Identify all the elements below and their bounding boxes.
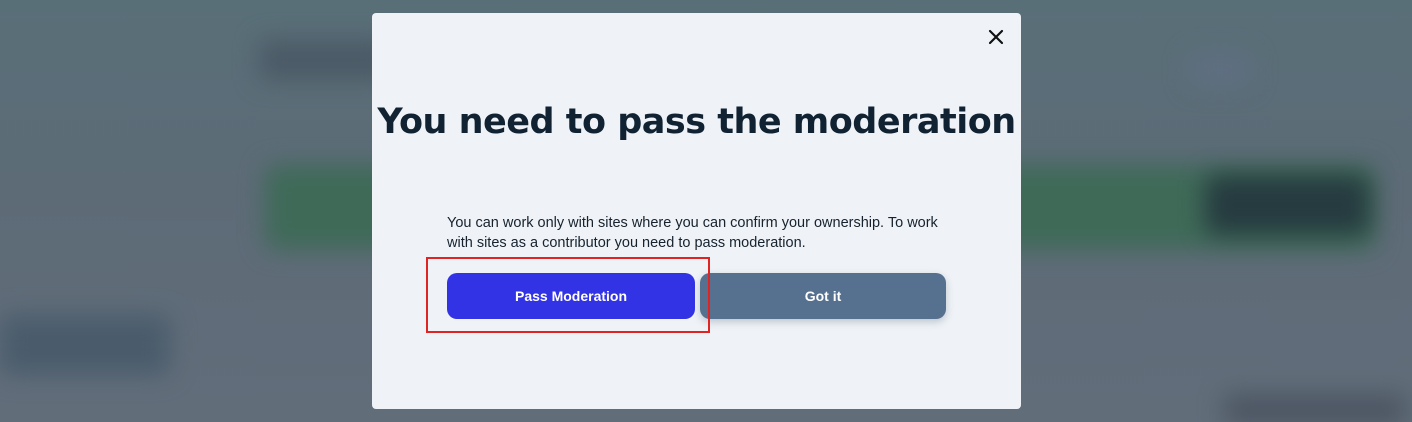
moderation-modal: You need to pass the moderation You can … [372, 13, 1021, 409]
modal-title: You need to pass the moderation [377, 102, 1016, 142]
blurred-bottom-right-block [1225, 395, 1405, 422]
got-it-button[interactable]: Got it [700, 273, 946, 319]
pass-moderation-button[interactable]: Pass Moderation [447, 273, 695, 319]
blurred-top-right-block [1190, 55, 1250, 85]
blurred-sidebar-block [0, 315, 170, 375]
blurred-header-block [260, 40, 390, 80]
close-icon[interactable] [985, 26, 1007, 48]
modal-message: You can work only with sites where you c… [447, 215, 938, 251]
blurred-banner-button [1205, 175, 1370, 235]
